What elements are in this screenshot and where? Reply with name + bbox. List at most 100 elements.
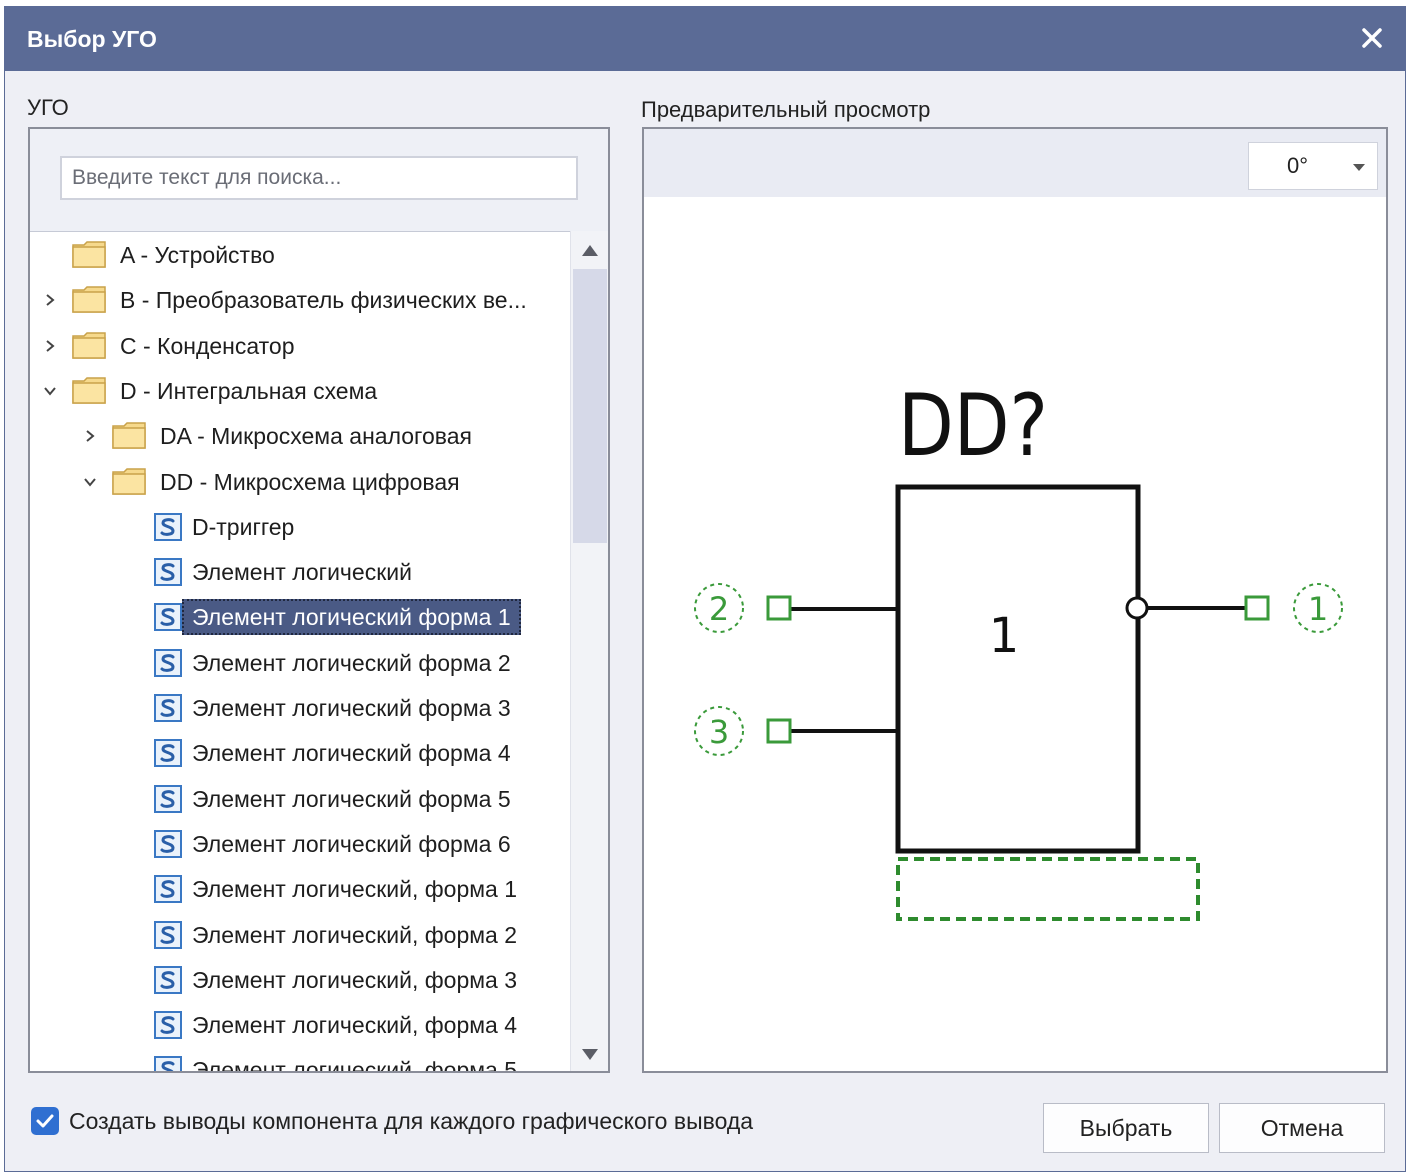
symbol-tree-panel: A - Устройство B - Преобразователь физиче… xyxy=(28,127,610,1073)
pin-number: 3 xyxy=(709,713,729,751)
tree-item-label: Элемент логический, форма 1 xyxy=(192,876,518,903)
ugo-section-label: УГО xyxy=(27,95,69,120)
tree-symbol-item[interactable]: Элемент логический форма 2 xyxy=(30,645,570,681)
symbol-body xyxy=(895,484,1141,854)
chevron-down-icon[interactable] xyxy=(82,474,98,490)
create-pins-label: Создать выводы компонента для каждого гр… xyxy=(69,1108,754,1134)
checkmark-icon xyxy=(36,1114,54,1128)
pin-connector xyxy=(766,718,792,744)
tree-symbol-item[interactable]: Элемент логический форма 5 xyxy=(30,781,570,817)
tree-item-label: D - Интегральная схема xyxy=(120,377,378,404)
symbol-s-icon xyxy=(154,558,182,587)
tree-symbol-item[interactable]: Элемент логический форма 3 xyxy=(30,690,570,726)
tree-item-label: B - Преобразователь физических ве... xyxy=(120,287,527,314)
folder-icon xyxy=(72,286,106,314)
tree-item-label: Элемент логический xyxy=(192,559,412,586)
title-bar: Выбор УГО xyxy=(5,7,1405,71)
search-area xyxy=(30,129,608,232)
folder-icon xyxy=(72,241,106,268)
tree-item-label: A - Устройство xyxy=(120,242,275,268)
symbol-s-icon xyxy=(154,875,182,904)
tree-symbol-item[interactable]: Элемент логический, форма 1 xyxy=(30,871,570,907)
search-input[interactable] xyxy=(60,156,578,200)
symbol-s-icon xyxy=(154,739,182,768)
dialog-title: Выбор УГО xyxy=(27,26,157,52)
symbol-s-icon xyxy=(154,512,182,541)
tree-folder-item[interactable]: A - Устройство xyxy=(30,237,570,273)
symbol-tree: A - Устройство B - Преобразователь физиче… xyxy=(30,231,570,1073)
symbol-s-icon xyxy=(154,1056,182,1071)
chevron-down-icon xyxy=(1353,164,1365,171)
dialog-window: Выбор УГО УГО Предварительный просмотр A… xyxy=(4,6,1406,1172)
tree-item-label: Элемент логический форма 4 xyxy=(192,740,511,767)
pin-connector xyxy=(766,595,792,621)
tree-item-label: Элемент логический форма 6 xyxy=(192,830,511,857)
tree-folder-item[interactable]: C - Конденсатор xyxy=(30,328,570,364)
inversion-bubble xyxy=(1125,596,1149,620)
symbol-s-icon xyxy=(154,965,182,994)
tree-item-label: Элемент логический, форма 5 xyxy=(192,1057,518,1073)
tree-folder-item[interactable]: D - Интегральная схема xyxy=(30,373,570,409)
rotation-value: 0° xyxy=(1287,153,1309,178)
tree-item-label: DA - Микросхема аналоговая xyxy=(160,423,472,450)
tree-symbol-item[interactable]: Элемент логический xyxy=(30,554,570,590)
tree-symbol-item[interactable]: Элемент логический, форма 2 xyxy=(30,917,570,953)
symbol-s-icon xyxy=(154,648,182,677)
tree-item-label: Элемент логический форма 2 xyxy=(192,649,511,676)
folder-icon xyxy=(72,331,106,359)
preview-canvas: DD? 1 2 1 3 xyxy=(644,197,1386,1071)
tree-symbol-item[interactable]: Элемент логический форма 6 xyxy=(30,826,570,862)
folder-icon xyxy=(112,422,146,449)
chevron-right-icon[interactable] xyxy=(82,428,98,444)
symbol-s-icon xyxy=(154,784,182,813)
tree-item-label: Элемент логический форма 5 xyxy=(192,785,511,812)
scroll-down-icon[interactable] xyxy=(582,1049,598,1060)
symbol-s-icon xyxy=(154,829,182,858)
attribute-placeholder xyxy=(896,857,1200,921)
tree-scrollbar[interactable] xyxy=(570,231,608,1071)
pin-number: 2 xyxy=(709,590,729,628)
close-button[interactable] xyxy=(1355,21,1389,55)
create-pins-checkbox[interactable] xyxy=(31,1107,59,1135)
chevron-right-icon[interactable] xyxy=(42,338,58,354)
tree-symbol-item[interactable]: Элемент логический, форма 3 xyxy=(30,962,570,998)
chevron-down-icon[interactable] xyxy=(42,383,58,399)
tree-symbol-item[interactable]: Элемент логический форма 1 xyxy=(30,599,570,636)
preview-panel: 0° DD? 1 2 1 3 xyxy=(642,127,1388,1073)
symbol-s-icon xyxy=(154,920,182,949)
designator-text: DD? xyxy=(898,376,1048,476)
tree-folder-item[interactable]: DD - Микросхема цифровая xyxy=(30,464,570,500)
preview-toolbar: 0° xyxy=(644,129,1386,197)
tree-item-label: Элемент логический форма 3 xyxy=(192,695,511,721)
scroll-thumb[interactable] xyxy=(573,269,607,543)
cancel-button[interactable]: Отмена xyxy=(1219,1103,1385,1153)
chevron-right-icon[interactable] xyxy=(42,292,58,308)
tree-folder-item[interactable]: DA - Микросхема аналоговая xyxy=(30,418,570,454)
tree-item-label: Элемент логический, форма 3 xyxy=(192,966,518,993)
pin-connector xyxy=(1244,595,1270,621)
tree-symbol-item[interactable]: Элемент логический, форма 5 xyxy=(30,1052,570,1073)
tree-symbol-item[interactable]: Элемент логический форма 4 xyxy=(30,735,570,771)
close-icon xyxy=(1362,28,1382,48)
rotation-dropdown[interactable]: 0° xyxy=(1248,142,1378,190)
symbol-s-icon xyxy=(154,1011,182,1040)
tree-item-label: Элемент логический форма 1 xyxy=(182,599,521,636)
tree-symbol-item[interactable]: Элемент логический, форма 4 xyxy=(30,1007,570,1043)
select-button[interactable]: Выбрать xyxy=(1043,1103,1209,1153)
tree-item-label: Элемент логический, форма 2 xyxy=(192,921,518,948)
pin-number: 1 xyxy=(1308,590,1328,628)
tree-item-label: C - Конденсатор xyxy=(120,332,295,359)
folder-icon xyxy=(112,467,146,495)
tree-item-label: DD - Микросхема цифровая xyxy=(160,468,460,495)
folder-icon xyxy=(72,377,106,404)
symbol-s-icon xyxy=(154,694,182,722)
symbol-s-icon xyxy=(154,603,182,632)
scroll-up-icon[interactable] xyxy=(582,245,598,256)
tree-item-label: Элемент логический, форма 4 xyxy=(192,1012,518,1039)
tree-symbol-item[interactable]: D-триггер xyxy=(30,509,570,545)
symbol-preview: DD? 1 2 1 3 xyxy=(694,376,1343,921)
function-label: 1 xyxy=(989,608,1020,664)
tree-item-label: D-триггер xyxy=(192,513,295,540)
preview-section-label: Предварительный просмотр xyxy=(641,97,931,122)
tree-folder-item[interactable]: B - Преобразователь физических ве... xyxy=(30,282,570,318)
